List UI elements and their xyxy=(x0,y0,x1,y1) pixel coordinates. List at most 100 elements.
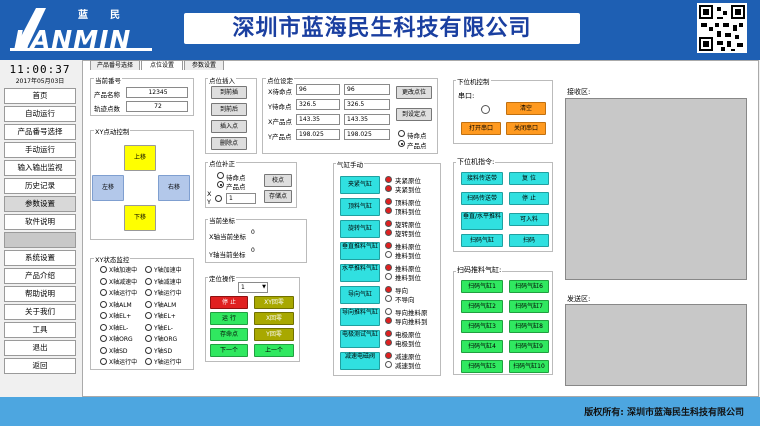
insert-point-button[interactable]: 插入点 xyxy=(211,120,247,133)
push-material-button[interactable]: 垂直/水平推料 xyxy=(461,212,503,230)
insert-before-button[interactable]: 到前插 xyxy=(211,86,247,99)
xy-status-radio xyxy=(100,300,107,308)
nav-help-button[interactable]: 帮助说明 xyxy=(4,286,76,302)
x-standby-value[interactable]: 96 xyxy=(296,84,340,95)
fix-standby-radio[interactable] xyxy=(217,172,224,179)
run-button[interactable]: 运 行 xyxy=(210,312,248,325)
x-home-button[interactable]: X回零 xyxy=(254,312,294,325)
xy-home-button[interactable]: XY回零 xyxy=(254,296,294,309)
cylinder-button[interactable]: 导向推料气缸 xyxy=(340,308,380,326)
cylinder-button[interactable]: 顶料气缸 xyxy=(340,198,380,216)
goto-set-point-button[interactable]: 到设定点 xyxy=(396,108,432,121)
track-count-field[interactable]: 72 xyxy=(126,101,188,112)
scan-cylinder-10-button[interactable]: 扫码气缸10 xyxy=(509,360,549,373)
store-standby-button[interactable]: 存命点 xyxy=(210,328,248,341)
feed-conveyor-button[interactable]: 接料传送带 xyxy=(461,172,503,185)
scan-conveyor-button[interactable]: 扫码传送带 xyxy=(461,192,503,205)
cylinder-button[interactable]: 水平推料气缸 xyxy=(340,264,380,282)
scan-button[interactable]: 扫码 xyxy=(509,234,549,247)
scan-cylinder-3-button[interactable]: 扫码气缸3 xyxy=(461,320,503,333)
locate-select[interactable]: 1 ▼ xyxy=(238,282,268,293)
tab-param-settings[interactable]: 参数设置 xyxy=(184,60,224,70)
tab-product-select[interactable]: 产品番号选择 xyxy=(90,60,140,70)
current-coord-title: 当前坐标 xyxy=(208,215,236,225)
logo-cn-text: 蓝民 xyxy=(78,10,142,21)
cylinder-status-label: 夹紧到位 xyxy=(395,186,421,194)
tab-point-settings[interactable]: 点位设置 xyxy=(141,60,183,70)
track-count-label: 轨迹点数 xyxy=(94,105,120,113)
nav-home-button[interactable]: 首页 xyxy=(4,88,76,104)
nav-product-select-button[interactable]: 产品番号选择 xyxy=(4,124,76,140)
delete-point-button[interactable]: 删除点 xyxy=(211,137,247,150)
cylinder-button[interactable]: 垂直推料气缸 xyxy=(340,242,380,260)
fix-axis-radio[interactable] xyxy=(215,195,222,202)
reset-button[interactable]: 复 位 xyxy=(509,172,549,185)
insert-after-button[interactable]: 到前后 xyxy=(211,103,247,116)
nav-io-monitor-button[interactable]: 输入输出监视 xyxy=(4,160,76,176)
product-point-radio-label: 产品点 xyxy=(407,142,427,150)
lower-cmd-title: 下位机指令: xyxy=(456,157,496,167)
y-standby-set[interactable]: 326.5 xyxy=(344,99,390,110)
receive-area[interactable] xyxy=(565,98,747,280)
next-button[interactable]: 下一个 xyxy=(210,344,248,357)
nav-manual-run-button[interactable]: 手动运行 xyxy=(4,142,76,158)
serial-status-led-icon xyxy=(481,105,490,114)
xy-status-radio xyxy=(145,266,152,273)
scan-cylinder-6-button[interactable]: 扫码气缸6 xyxy=(509,280,549,293)
y-product-value[interactable]: 198.025 xyxy=(296,129,340,140)
nav-software-help-button[interactable]: 软件说明 xyxy=(4,214,76,230)
cylinder-button[interactable]: 导向气缸 xyxy=(340,286,380,304)
scan-cylinder-5-button[interactable]: 扫码气缸5 xyxy=(461,360,503,373)
nav-system-settings-button[interactable]: 系统设置 xyxy=(4,250,76,266)
move-left-button[interactable]: 左移 xyxy=(92,175,124,201)
scan-cylinder-9-button[interactable]: 扫码气缸9 xyxy=(509,340,549,353)
clear-button[interactable]: 清空 xyxy=(506,102,546,115)
fix-product-radio[interactable] xyxy=(217,181,224,188)
stop-cmd-button[interactable]: 停 止 xyxy=(509,192,549,205)
y-standby-label: Y待命点 xyxy=(268,103,292,111)
stop-button[interactable]: 停 止 xyxy=(210,296,248,309)
cylinder-button[interactable]: 旋转气缸 xyxy=(340,220,380,238)
cylinder-status-led-icon xyxy=(385,198,392,205)
xy-status-radio xyxy=(145,289,152,296)
xy-status-radio xyxy=(100,312,107,319)
move-down-button[interactable]: 下移 xyxy=(124,205,156,231)
cylinder-button[interactable]: 夹紧气缸 xyxy=(340,176,380,194)
y-standby-value[interactable]: 326.5 xyxy=(296,99,340,110)
calibrate-point-button[interactable]: 校点 xyxy=(264,174,292,187)
send-area[interactable] xyxy=(565,304,747,386)
nav-back-button[interactable]: 返回 xyxy=(4,358,76,374)
nav-params-button[interactable]: 参数设置 xyxy=(4,196,76,212)
x-product-value[interactable]: 143.35 xyxy=(296,114,340,125)
product-point-radio[interactable] xyxy=(398,140,405,147)
previous-button[interactable]: 上一个 xyxy=(254,344,294,357)
nav-tools-button[interactable]: 工具 xyxy=(4,322,76,338)
store-point-button[interactable]: 存储点 xyxy=(264,190,292,203)
y-home-button[interactable]: Y回零 xyxy=(254,328,294,341)
nav-auto-run-button[interactable]: 自动运行 xyxy=(4,106,76,122)
update-point-button[interactable]: 更改点位 xyxy=(396,86,432,99)
nav-exit-button[interactable]: 退出 xyxy=(4,340,76,356)
scan-cylinder-8-button[interactable]: 扫码气缸8 xyxy=(509,320,549,333)
standby-point-radio[interactable] xyxy=(398,130,405,137)
scan-cylinder-7-button[interactable]: 扫码气缸7 xyxy=(509,300,549,313)
move-up-button[interactable]: 上移 xyxy=(124,145,156,171)
scan-cylinder-1-button[interactable]: 扫码气缸1 xyxy=(461,280,503,293)
move-right-button[interactable]: 右移 xyxy=(158,175,190,201)
x-product-set[interactable]: 143.35 xyxy=(344,114,390,125)
scan-cylinder-4-button[interactable]: 扫码气缸4 xyxy=(461,340,503,353)
open-serial-button[interactable]: 打开串口 xyxy=(461,122,501,135)
nav-product-intro-button[interactable]: 产品介绍 xyxy=(4,268,76,284)
product-name-field[interactable]: 12345 xyxy=(126,87,188,98)
y-product-set[interactable]: 198.025 xyxy=(344,129,390,140)
nav-about-button[interactable]: 关于我们 xyxy=(4,304,76,320)
cylinder-button[interactable]: 减速电磁阀 xyxy=(340,352,380,370)
x-standby-set[interactable]: 96 xyxy=(344,84,390,95)
scan-cylinder-2-button[interactable]: 扫码气缸2 xyxy=(461,300,503,313)
fix-step-field[interactable]: 1 xyxy=(226,193,256,204)
cylinder-button[interactable]: 电极测试气缸 xyxy=(340,330,380,348)
scan-cylinder-button[interactable]: 扫码气缸 xyxy=(461,234,503,247)
nav-history-button[interactable]: 历史记录 xyxy=(4,178,76,194)
allow-feed-button[interactable]: 可入料 xyxy=(509,213,549,226)
close-serial-button[interactable]: 关闭串口 xyxy=(506,122,546,135)
